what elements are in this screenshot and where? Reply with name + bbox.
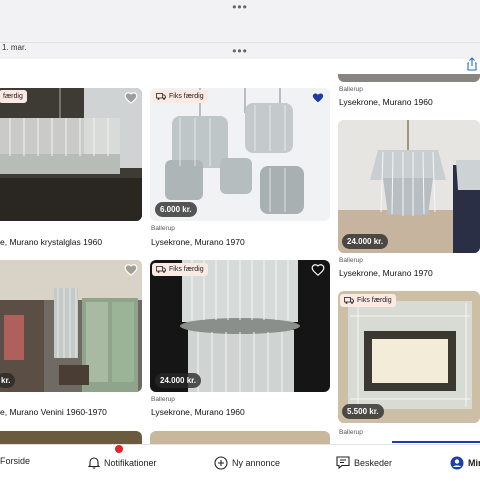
badge-label: færdig [3, 93, 23, 100]
nav-mine[interactable]: Min [450, 456, 480, 470]
fiks-faerdig-badge: Fiks færdig [152, 90, 208, 103]
badge-label: Fiks færdig [357, 297, 392, 304]
listing-grid: færdig e, Murano krystalglas 1960 Fiks f… [0, 74, 480, 444]
nav-new-ad-label: Ny annonce [232, 458, 281, 468]
nav-notifications-label: Notifikationer [104, 457, 157, 468]
listing-title[interactable]: Lysekrone, Murano 1970 [151, 237, 245, 247]
nav-messages[interactable]: Beskeder [336, 456, 392, 469]
price-tag: 6.000 kr. [155, 202, 197, 217]
favorite-heart-filled-icon[interactable] [311, 91, 325, 105]
nav-home-label: Forside [0, 456, 31, 466]
listing-title[interactable]: Lysekrone, Murano 1960 [151, 407, 245, 417]
price-tag: 24.000 kr. [155, 373, 202, 388]
notification-dot [115, 445, 123, 453]
plus-circle-icon [214, 456, 228, 470]
top-bar: ••• [0, 0, 480, 42]
share-icon[interactable] [466, 57, 478, 71]
fiks-faerdig-badge: Fiks færdig [340, 294, 396, 307]
listing-title[interactable]: Lysekrone, Murano 1970 [339, 268, 433, 278]
truck-icon [156, 266, 166, 273]
fiks-faerdig-badge: Fiks færdig [152, 263, 208, 276]
listing-title[interactable]: e, Murano Venini 1960-1970 [0, 407, 107, 417]
listing-card-peek-left[interactable] [0, 431, 142, 444]
listing-location: Ballerup [151, 396, 175, 403]
listing-card-peek-middle[interactable] [150, 431, 330, 444]
listing-card-6[interactable]: 24.000 kr. Ballerup Lysekrone, Murano 19… [338, 120, 480, 285]
nav-mine-label: Min [468, 458, 480, 468]
listing-title[interactable]: e, Murano krystalglas 1960 [0, 237, 102, 247]
favorite-heart-icon[interactable] [124, 263, 138, 277]
listing-photo[interactable] [338, 74, 480, 82]
truck-icon [344, 297, 354, 304]
multitask-dots-icon[interactable]: ••• [232, 1, 248, 13]
listing-photo[interactable] [0, 260, 142, 392]
listing-card-2[interactable]: Fiks færdig 6.000 kr. Ballerup Lysekrone… [150, 74, 330, 254]
listing-card-7[interactable]: Fiks færdig 5.500 kr. Ballerup [338, 291, 480, 441]
window-dots-icon[interactable]: ••• [232, 45, 248, 57]
listing-card-4[interactable]: kr. e, Murano Venini 1960-1970 [0, 260, 142, 420]
chat-bubble-icon [336, 456, 350, 469]
nav-home[interactable]: Forside [0, 456, 30, 466]
bottom-nav: Forside Notifikationer Ny annonce Besked… [0, 444, 480, 481]
badge-label: Fiks færdig [169, 93, 204, 100]
nav-new-ad[interactable]: Ny annonce [214, 456, 280, 470]
badge-label: Fiks færdig [169, 266, 204, 273]
fiks-faerdig-badge: færdig [0, 90, 27, 103]
listing-card-5[interactable]: Fiks færdig 24.000 kr. Ballerup Lysekron… [150, 260, 330, 420]
price-tag: 24.000 kr. [342, 234, 389, 249]
date-text: 1. mar. [2, 43, 27, 52]
favorite-heart-icon[interactable] [124, 91, 138, 105]
nav-messages-label: Beskeder [354, 457, 393, 468]
nav-notifications[interactable]: Notifikationer [88, 456, 157, 469]
favorite-heart-icon[interactable] [311, 263, 325, 277]
date-strip: 1. mar. ••• [0, 42, 480, 59]
bell-icon [88, 457, 100, 469]
listing-location: Ballerup [339, 86, 363, 93]
listing-location: Ballerup [151, 225, 175, 232]
listing-location: Ballerup [339, 257, 363, 264]
listing-title[interactable]: Lysekrone, Murano 1960 [339, 97, 433, 107]
listing-location: Ballerup [339, 429, 363, 436]
active-tab-indicator [392, 441, 480, 443]
profile-icon [450, 456, 464, 470]
price-tag: 5.500 kr. [342, 404, 384, 419]
truck-icon [156, 93, 166, 100]
listing-card-1[interactable]: færdig e, Murano krystalglas 1960 [0, 74, 142, 254]
listing-photo[interactable] [0, 88, 142, 221]
